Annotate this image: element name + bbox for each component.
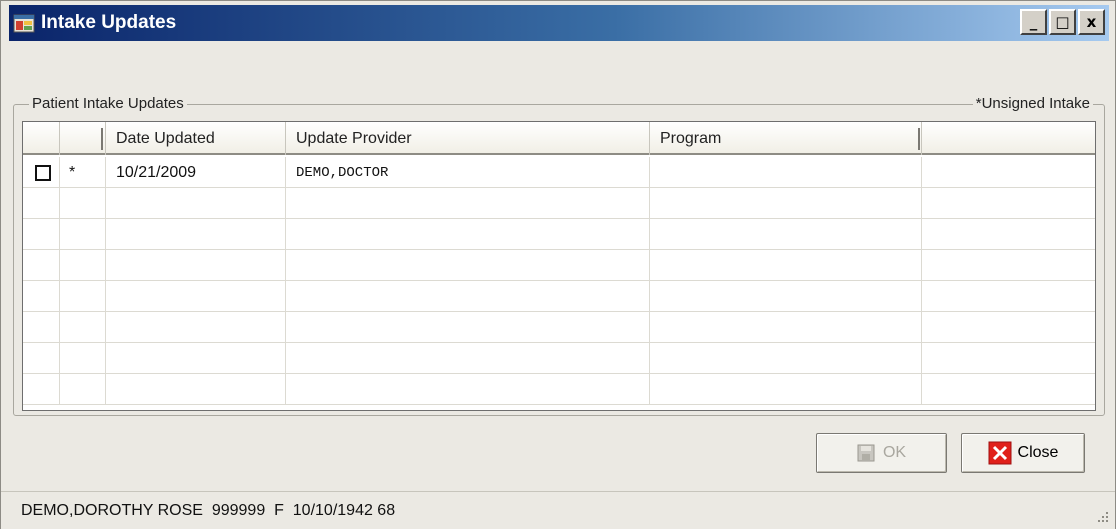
- empty-cell: [650, 219, 922, 250]
- close-label: Close: [1017, 444, 1059, 461]
- patient-info: DEMO,DOROTHY ROSE 999999 F 10/10/1942 68: [21, 501, 396, 519]
- table-row[interactable]: [23, 374, 1095, 405]
- close-icon: x: [1086, 13, 1097, 31]
- status-bar: DEMO,DOROTHY ROSE 999999 F 10/10/1942 68: [1, 491, 1115, 529]
- table-row[interactable]: [23, 250, 1095, 281]
- header-checkbox-column[interactable]: [23, 122, 60, 155]
- empty-cell: [106, 281, 286, 312]
- empty-cell: [60, 219, 106, 250]
- header-program[interactable]: Program: [650, 122, 922, 155]
- empty-cell: [650, 281, 922, 312]
- title-bar[interactable]: Intake Updates _ □ x: [9, 5, 1109, 41]
- empty-cell: [922, 188, 1095, 219]
- empty-cell: [286, 374, 650, 405]
- window-title: Intake Updates: [41, 12, 177, 33]
- empty-cell: [60, 374, 106, 405]
- minimize-icon: _: [1029, 13, 1038, 31]
- empty-cell: [23, 188, 60, 219]
- empty-cell: [922, 312, 1095, 343]
- maximize-button[interactable]: □: [1049, 9, 1076, 35]
- empty-cell: [23, 281, 60, 312]
- unsigned-marker: *: [69, 163, 76, 181]
- empty-cell: [922, 219, 1095, 250]
- empty-cell: [922, 374, 1095, 405]
- empty-cell: [286, 250, 650, 281]
- group-label: Patient Intake Updates: [29, 95, 187, 112]
- empty-cell: [23, 343, 60, 374]
- resize-grip-icon[interactable]: [1095, 509, 1109, 523]
- extra-cell: [922, 157, 1095, 188]
- table-row[interactable]: [23, 188, 1095, 219]
- empty-cell: [650, 250, 922, 281]
- maximize-icon: □: [1055, 13, 1070, 31]
- empty-cell: [106, 343, 286, 374]
- empty-cell: [60, 250, 106, 281]
- close-button[interactable]: Close: [961, 433, 1085, 473]
- intake-updates-window: Intake Updates _ □ x Patient Intake Upda…: [0, 0, 1116, 529]
- empty-cell: [106, 374, 286, 405]
- empty-cell: [60, 281, 106, 312]
- empty-cell: [60, 312, 106, 343]
- window-controls: _ □ x: [1020, 9, 1105, 35]
- empty-cell: [23, 374, 60, 405]
- empty-cell: [106, 250, 286, 281]
- ok-label: OK: [882, 444, 907, 461]
- empty-cell: [650, 343, 922, 374]
- header-update-provider[interactable]: Update Provider: [286, 122, 650, 155]
- empty-cell: [106, 312, 286, 343]
- empty-cell: [286, 188, 650, 219]
- empty-cell: [60, 343, 106, 374]
- unsigned-marker-cell: *: [60, 157, 106, 188]
- header-marker-column[interactable]: [60, 122, 106, 155]
- empty-cell: [106, 188, 286, 219]
- table-row[interactable]: [23, 312, 1095, 343]
- row-checkbox-cell[interactable]: [23, 157, 60, 188]
- empty-cell: [922, 250, 1095, 281]
- intake-updates-grid[interactable]: Date Updated Update Provider Program * 1…: [22, 121, 1096, 411]
- empty-cell: [23, 219, 60, 250]
- empty-cell: [23, 312, 60, 343]
- empty-cell: [106, 219, 286, 250]
- empty-cell: [286, 281, 650, 312]
- empty-cell: [650, 188, 922, 219]
- empty-cell: [60, 188, 106, 219]
- minimize-button[interactable]: _: [1020, 9, 1047, 35]
- table-row[interactable]: [23, 343, 1095, 374]
- save-icon: [857, 444, 877, 462]
- ok-button[interactable]: OK: [816, 433, 947, 473]
- empty-cell: [286, 343, 650, 374]
- table-row[interactable]: [23, 281, 1095, 312]
- empty-cell: [286, 312, 650, 343]
- header-date-updated[interactable]: Date Updated: [106, 122, 286, 155]
- unsigned-intake-note: *Unsigned Intake: [972, 95, 1093, 112]
- table-row[interactable]: * 10/21/2009 DEMO,DOCTOR: [23, 157, 1095, 188]
- update-provider-value: DEMO,DOCTOR: [296, 164, 389, 181]
- app-icon: [13, 12, 35, 34]
- empty-cell: [650, 374, 922, 405]
- date-updated-value: 10/21/2009: [116, 163, 197, 181]
- program-cell: [650, 157, 922, 188]
- column-divider: [918, 128, 920, 150]
- close-x-icon: [988, 441, 1012, 465]
- empty-cell: [922, 281, 1095, 312]
- header-extra-column[interactable]: [922, 122, 1095, 155]
- date-updated-cell: 10/21/2009: [106, 157, 286, 188]
- column-divider: [101, 128, 103, 150]
- empty-cell: [650, 312, 922, 343]
- empty-cell: [286, 219, 650, 250]
- row-checkbox[interactable]: [35, 164, 51, 181]
- update-provider-cell: DEMO,DOCTOR: [286, 157, 650, 188]
- table-row[interactable]: [23, 219, 1095, 250]
- empty-cell: [922, 343, 1095, 374]
- grid-header: Date Updated Update Provider Program: [23, 122, 1095, 155]
- close-window-button[interactable]: x: [1078, 9, 1105, 35]
- empty-cell: [23, 250, 60, 281]
